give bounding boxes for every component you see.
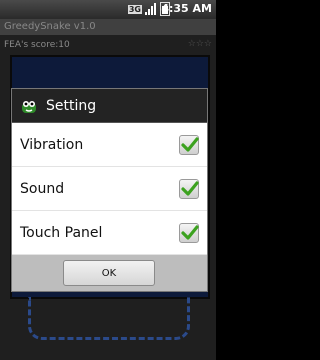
sound-checkbox[interactable] [179,178,199,199]
app-title-bar: GreedySnake v1.0 [0,19,216,35]
score-label: FEA's score:10 [4,40,70,50]
option-label: Touch Panel [20,224,103,241]
dialog-title-bar: Setting [12,89,207,123]
clock: 4:35 AM [161,2,212,15]
ok-button[interactable]: OK [63,260,155,286]
status-bar: 3G 4:35 AM [0,0,216,19]
checkmark-icon [181,224,199,240]
signal-icon [145,3,157,15]
rating-stars: ☆☆☆ [187,39,212,49]
option-label: Vibration [20,136,84,153]
checkmark-icon [181,136,199,152]
option-touch-panel[interactable]: Touch Panel [12,211,207,255]
settings-dialog: Setting Vibration Sound Touch Panel OK [11,88,208,292]
dialog-title: Setting [46,97,97,114]
touch-panel-checkbox[interactable] [179,222,199,243]
network-3g-icon: 3G [127,4,142,14]
snake-path [28,297,190,340]
checkmark-icon [181,180,199,196]
option-label: Sound [20,180,65,197]
vibration-checkbox[interactable] [179,134,199,155]
dialog-button-bar: OK [12,255,207,291]
snake-icon [20,97,38,115]
option-sound[interactable]: Sound [12,167,207,211]
option-vibration[interactable]: Vibration [12,123,207,167]
